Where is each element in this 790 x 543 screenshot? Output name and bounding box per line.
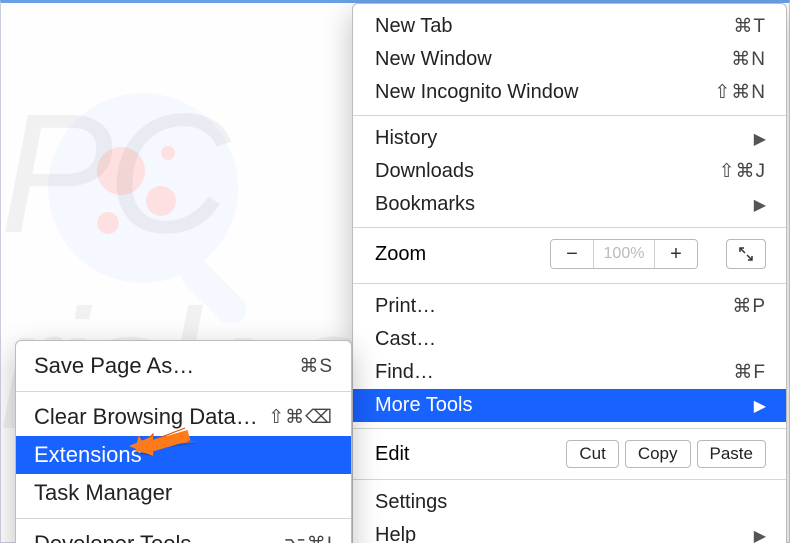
menu-zoom: Zoom − 100% +	[353, 234, 786, 277]
shortcut: ⌘T	[733, 15, 766, 38]
menu-new-tab[interactable]: New Tab ⌘T	[353, 10, 786, 43]
more-tools-submenu: Save Page As… ⌘S Clear Browsing Data… ⇧⌘…	[15, 340, 352, 543]
menu-downloads[interactable]: Downloads ⇧⌘J	[353, 155, 786, 188]
label: New Window	[375, 48, 492, 71]
menu-edit: Edit Cut Copy Paste	[353, 435, 786, 473]
label: Settings	[375, 491, 447, 514]
label: Clear Browsing Data…	[34, 404, 258, 430]
separator	[353, 283, 786, 284]
label: New Incognito Window	[375, 81, 578, 104]
menu-print[interactable]: Print… ⌘P	[353, 290, 786, 323]
cut-button[interactable]: Cut	[566, 440, 618, 468]
zoom-stepper: − 100% +	[550, 239, 698, 269]
label: Bookmarks	[375, 193, 475, 216]
menu-history[interactable]: History ▶	[353, 122, 786, 155]
submenu-extensions[interactable]: Extensions	[16, 436, 351, 474]
menu-help[interactable]: Help ▶	[353, 519, 786, 543]
shortcut: ⇧⌘J	[719, 160, 766, 183]
label: History	[375, 127, 437, 150]
label: Find…	[375, 361, 434, 384]
fullscreen-button[interactable]	[726, 239, 766, 269]
paste-button[interactable]: Paste	[697, 440, 766, 468]
submenu-developer-tools[interactable]: Developer Tools ⌥⌘I	[16, 525, 351, 543]
menu-settings[interactable]: Settings	[353, 486, 786, 519]
chrome-main-menu: New Tab ⌘T New Window ⌘N New Incognito W…	[352, 3, 787, 543]
chevron-right-icon: ▶	[754, 396, 766, 416]
shortcut: ⌥⌘I	[284, 533, 333, 543]
menu-more-tools[interactable]: More Tools ▶	[353, 389, 786, 422]
label: Downloads	[375, 160, 474, 183]
menu-cast[interactable]: Cast…	[353, 323, 786, 356]
separator	[16, 518, 351, 519]
menu-new-window[interactable]: New Window ⌘N	[353, 43, 786, 76]
shortcut: ⌘S	[299, 355, 333, 378]
chevron-right-icon: ▶	[754, 526, 766, 543]
label: Help	[375, 524, 416, 543]
submenu-clear-browsing-data[interactable]: Clear Browsing Data… ⇧⌘⌫	[16, 398, 351, 436]
zoom-value: 100%	[593, 240, 655, 268]
shortcut: ⇧⌘⌫	[268, 406, 333, 429]
label: Zoom	[375, 243, 426, 266]
label: Extensions	[34, 442, 142, 468]
menu-bookmarks[interactable]: Bookmarks ▶	[353, 188, 786, 221]
fullscreen-icon	[738, 246, 754, 262]
label: Edit	[375, 443, 409, 466]
chevron-right-icon: ▶	[754, 129, 766, 149]
separator	[353, 479, 786, 480]
label: Cast…	[375, 328, 436, 351]
label: Developer Tools	[34, 531, 191, 543]
shortcut: ⌘N	[731, 48, 766, 71]
submenu-save-page[interactable]: Save Page As… ⌘S	[16, 347, 351, 385]
menu-new-incognito[interactable]: New Incognito Window ⇧⌘N	[353, 76, 786, 109]
shortcut: ⇧⌘N	[714, 81, 766, 104]
zoom-out-button[interactable]: −	[551, 240, 593, 268]
submenu-task-manager[interactable]: Task Manager	[16, 474, 351, 512]
shortcut: ⌘F	[733, 361, 766, 384]
separator	[353, 227, 786, 228]
label: New Tab	[375, 15, 452, 38]
label: More Tools	[375, 394, 472, 417]
label: Save Page As…	[34, 353, 194, 379]
magnifier-illustration	[38, 83, 278, 323]
label: Task Manager	[34, 480, 172, 506]
separator	[353, 115, 786, 116]
label: Print…	[375, 295, 436, 318]
separator	[16, 391, 351, 392]
shortcut: ⌘P	[732, 295, 766, 318]
zoom-in-button[interactable]: +	[655, 240, 697, 268]
separator	[353, 428, 786, 429]
copy-button[interactable]: Copy	[625, 440, 691, 468]
menu-find[interactable]: Find… ⌘F	[353, 356, 786, 389]
chevron-right-icon: ▶	[754, 195, 766, 215]
